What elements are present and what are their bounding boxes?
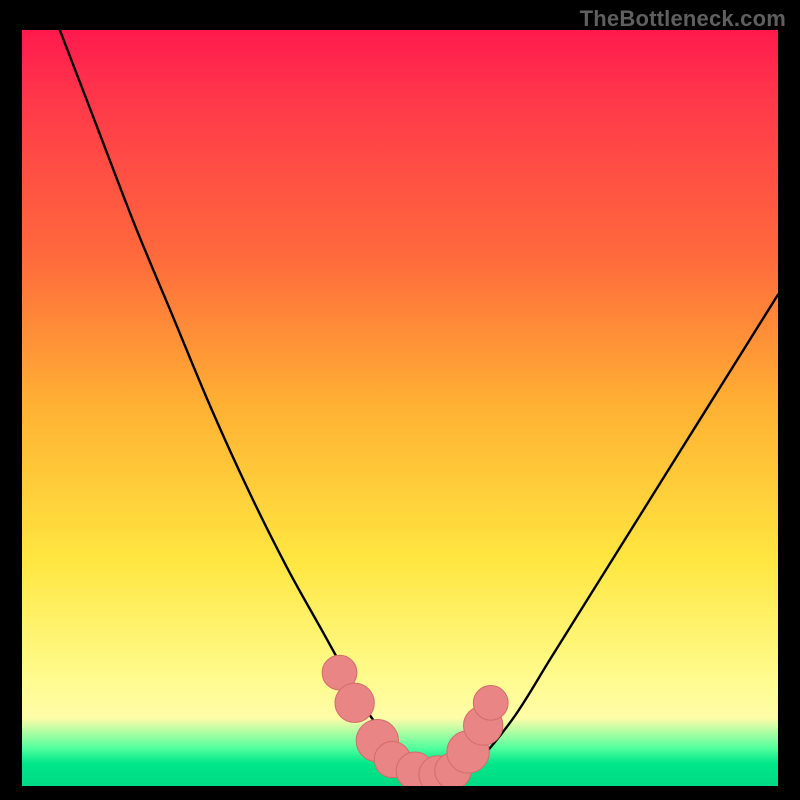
curve-layer	[22, 30, 778, 786]
curve-marker	[473, 685, 508, 720]
curve-markers	[322, 655, 508, 786]
curve-marker	[335, 683, 374, 722]
chart-frame: TheBottleneck.com	[0, 0, 800, 800]
watermark-text: TheBottleneck.com	[580, 6, 786, 32]
plot-area	[22, 30, 778, 786]
bottleneck-curve	[60, 30, 778, 776]
